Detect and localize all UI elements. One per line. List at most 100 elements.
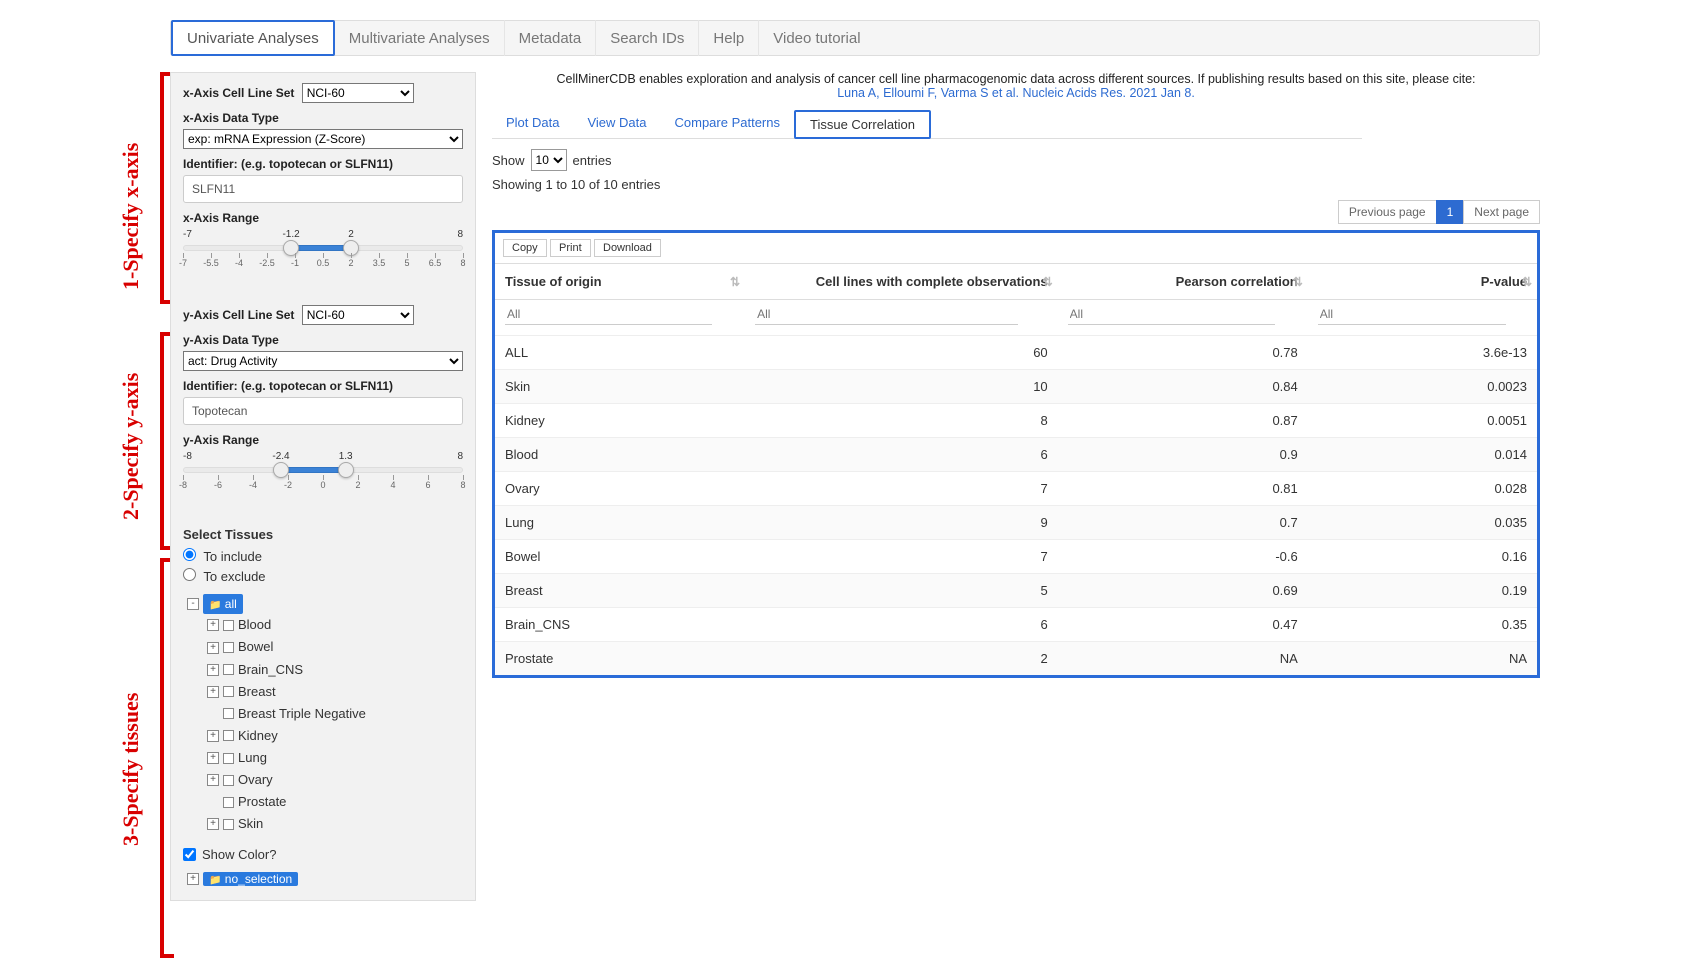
y-identifier-input[interactable] — [183, 397, 463, 425]
expand-icon[interactable]: + — [207, 818, 219, 830]
sort-icon: ⇅ — [1522, 275, 1529, 289]
entries-select[interactable]: 10 — [531, 149, 567, 171]
tree-item-bowel[interactable]: +Bowel — [207, 636, 463, 658]
cell-pearson: NA — [1058, 642, 1308, 676]
nav-tab-video-tutorial[interactable]: Video tutorial — [759, 20, 874, 56]
subtabs: Plot DataView DataCompare PatternsTissue… — [492, 110, 1362, 139]
pager-next[interactable]: Next page — [1463, 200, 1540, 224]
tree-checkbox[interactable] — [223, 797, 234, 808]
y-range-min: -8 — [183, 451, 192, 462]
expand-icon[interactable]: + — [207, 730, 219, 742]
filter-pearson[interactable] — [1068, 304, 1275, 325]
expand-icon[interactable]: + — [187, 873, 199, 885]
col-pearson[interactable]: Pearson correlation⇅ — [1058, 264, 1308, 300]
expand-icon[interactable]: + — [207, 642, 219, 654]
table-row[interactable]: Lung90.70.035 — [495, 506, 1537, 540]
tree-item-brain_cns[interactable]: +Brain_CNS — [207, 659, 463, 681]
cell-pvalue: 0.35 — [1308, 608, 1537, 642]
bracket-y-axis — [160, 332, 164, 550]
slider-tick-label: 2 — [355, 480, 360, 490]
nav-tab-univariate-analyses[interactable]: Univariate Analyses — [171, 20, 335, 56]
expand-icon[interactable]: + — [207, 686, 219, 698]
nav-tab-help[interactable]: Help — [699, 20, 759, 56]
show-color-checkbox[interactable] — [183, 848, 196, 861]
table-row[interactable]: Skin100.840.0023 — [495, 370, 1537, 404]
print-button[interactable]: Print — [550, 239, 591, 257]
tree-checkbox[interactable] — [223, 708, 234, 719]
table-row[interactable]: Prostate2NANA — [495, 642, 1537, 676]
tree-item-ovary[interactable]: + Ovary — [207, 769, 463, 791]
y-range-handle-b-label: 1.3 — [339, 451, 353, 462]
filter-tissue[interactable] — [505, 304, 712, 325]
entries-label: entries — [573, 153, 612, 168]
nav-tab-metadata[interactable]: Metadata — [505, 20, 597, 56]
table-row[interactable]: Brain_CNS60.470.35 — [495, 608, 1537, 642]
tree-checkbox[interactable] — [223, 642, 234, 653]
slider-tick-label: -8 — [179, 480, 187, 490]
tree-checkbox[interactable] — [223, 664, 234, 675]
tree-item-skin[interactable]: +Skin — [207, 813, 463, 835]
tree-noselection[interactable]: + 📁 no_selection — [187, 872, 463, 886]
col-ncomplete[interactable]: Cell lines with complete observations⇅ — [745, 264, 1058, 300]
tissue-tree: - 📁 all +Blood+Bowel+Brain_CNS+BreastBre… — [187, 594, 463, 835]
radio-exclude[interactable]: To exclude — [183, 568, 266, 584]
main-nav: Univariate AnalysesMultivariate Analyses… — [170, 20, 1540, 56]
tree-item-label: Ovary — [238, 769, 273, 791]
col-tissue[interactable]: Tissue of origin⇅ — [495, 264, 745, 300]
nav-tab-multivariate-analyses[interactable]: Multivariate Analyses — [335, 20, 505, 56]
tree-item-label: Breast — [238, 681, 276, 703]
citation-link[interactable]: Luna A, Elloumi F, Varma S et al. Nuclei… — [837, 86, 1195, 100]
expand-icon[interactable]: + — [207, 664, 219, 676]
radio-include[interactable]: To include — [183, 548, 262, 564]
table-row[interactable]: Breast50.690.19 — [495, 574, 1537, 608]
tree-item-breast[interactable]: + Breast — [207, 681, 463, 703]
subtab-compare-patterns[interactable]: Compare Patterns — [661, 110, 795, 138]
copy-button[interactable]: Copy — [503, 239, 547, 257]
table-row[interactable]: Kidney80.870.0051 — [495, 404, 1537, 438]
expand-icon[interactable]: + — [207, 774, 219, 786]
tree-item-prostate[interactable]: Prostate — [207, 791, 463, 813]
download-button[interactable]: Download — [594, 239, 661, 257]
tree-checkbox[interactable] — [223, 753, 234, 764]
x-identifier-label: Identifier: (e.g. topotecan or SLFN11) — [183, 157, 463, 171]
table-row[interactable]: Ovary70.810.028 — [495, 472, 1537, 506]
table-row[interactable]: ALL600.783.6e-13 — [495, 336, 1537, 370]
tree-checkbox[interactable] — [223, 775, 234, 786]
tree-root[interactable]: - 📁 all — [187, 594, 463, 614]
x-datatype-select[interactable]: exp: mRNA Expression (Z-Score) — [183, 129, 463, 149]
subtab-plot-data[interactable]: Plot Data — [492, 110, 573, 138]
slider-tick-label: 4 — [390, 480, 395, 490]
x-range-label: x-Axis Range — [183, 211, 463, 225]
y-range-slider[interactable]: -8 -2.4 1.3 8 -8-6-4-202468 — [183, 451, 463, 491]
tree-checkbox[interactable] — [223, 686, 234, 697]
tree-item-label: Breast Triple Negative — [238, 703, 366, 725]
y-cellset-select[interactable]: NCI-60 — [302, 305, 414, 325]
sort-icon: ⇅ — [1043, 275, 1050, 289]
tree-item-kidney[interactable]: +Kidney — [207, 725, 463, 747]
y-datatype-select[interactable]: act: Drug Activity — [183, 351, 463, 371]
nav-tab-search-ids[interactable]: Search IDs — [596, 20, 699, 56]
table-row[interactable]: Bowel7-0.60.16 — [495, 540, 1537, 574]
collapse-icon[interactable]: - — [187, 598, 199, 610]
pager-prev[interactable]: Previous page — [1338, 200, 1437, 224]
tree-item-breast-triple-negative[interactable]: Breast Triple Negative — [207, 703, 463, 725]
col-pvalue[interactable]: P-value⇅ — [1308, 264, 1537, 300]
x-cellset-select[interactable]: NCI-60 — [302, 83, 414, 103]
tree-checkbox[interactable] — [223, 730, 234, 741]
subtab-tissue-correlation[interactable]: Tissue Correlation — [794, 110, 931, 139]
x-range-slider[interactable]: -7 -1.2 2 8 -7-5.5-4-2.5-10.523.556.58 — [183, 229, 463, 269]
slider-tick-label: -4 — [249, 480, 257, 490]
y-range-max: 8 — [457, 451, 463, 462]
filter-ncomplete[interactable] — [755, 304, 1018, 325]
tree-checkbox[interactable] — [223, 620, 234, 631]
expand-icon[interactable]: + — [207, 619, 219, 631]
tree-item-lung[interactable]: +Lung — [207, 747, 463, 769]
tree-checkbox[interactable] — [223, 819, 234, 830]
subtab-view-data[interactable]: View Data — [573, 110, 660, 138]
pager-page-1[interactable]: 1 — [1436, 200, 1465, 224]
expand-icon[interactable]: + — [207, 752, 219, 764]
filter-pvalue[interactable] — [1318, 304, 1506, 325]
tree-item-blood[interactable]: +Blood — [207, 614, 463, 636]
table-row[interactable]: Blood60.90.014 — [495, 438, 1537, 472]
x-identifier-input[interactable] — [183, 175, 463, 203]
